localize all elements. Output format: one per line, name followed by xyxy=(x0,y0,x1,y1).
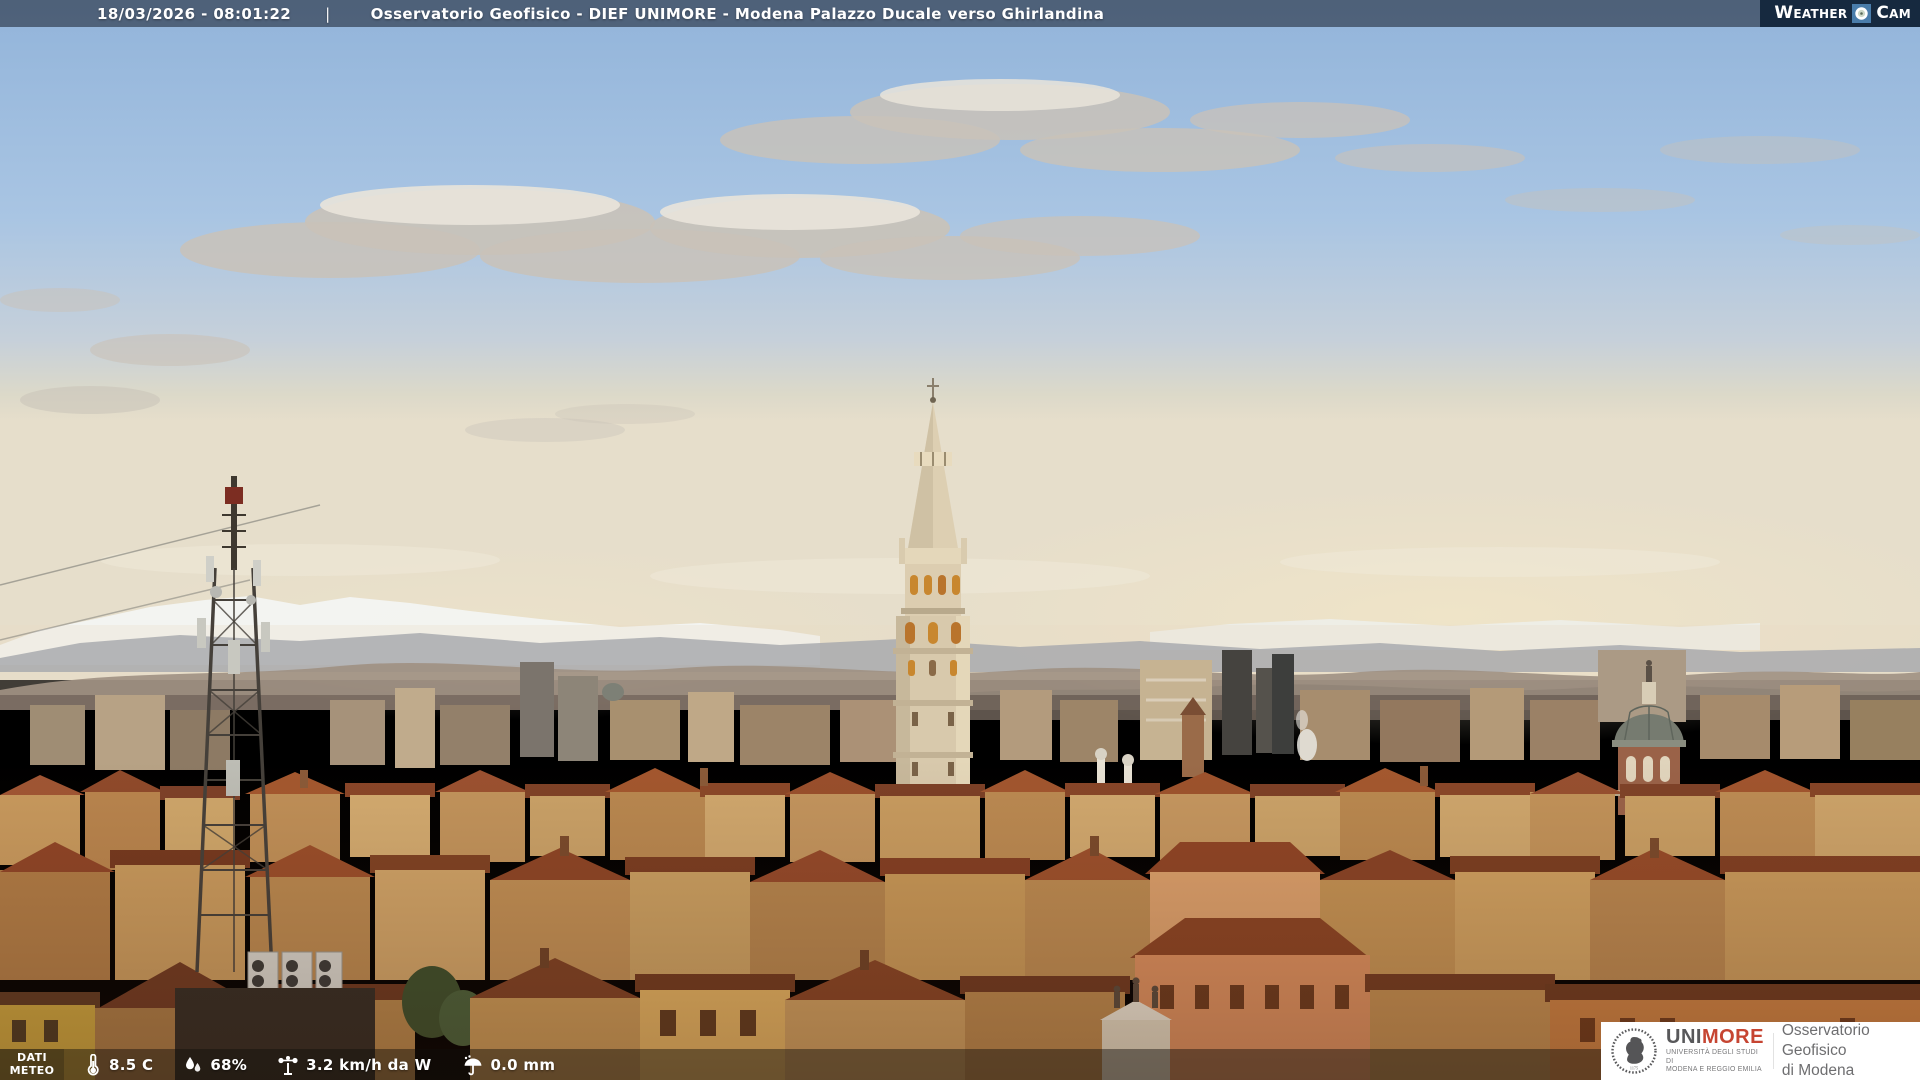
svg-text:1175: 1175 xyxy=(1630,1066,1638,1071)
unimore-logo-panel: 1175 UNIMORE UNIVERSITÀ DEGLI STUDI DI M… xyxy=(1601,1022,1920,1080)
weathercam-logo: Weather Cam xyxy=(1760,0,1920,27)
dati-meteo-label: DATI METEO xyxy=(0,1049,64,1080)
weathercam-word-weather: Weather xyxy=(1774,3,1848,23)
header-separator: | xyxy=(325,4,331,23)
rain-value: 0.0 mm xyxy=(490,1055,556,1074)
unimore-wordmark: UNIMORE xyxy=(1666,1027,1764,1047)
observatory-name-line2: di Modena xyxy=(1781,1061,1855,1079)
dati-line: DATI xyxy=(17,1050,47,1064)
weather-readings: 8.5 C 68% 3.2 km/h da W 0.0 mm xyxy=(84,1053,555,1076)
university-subtitle-line1: UNIVERSITÀ DEGLI STUDI DI xyxy=(1666,1048,1759,1065)
weathercam-word-cam: Cam xyxy=(1876,3,1911,23)
camera-lens-icon xyxy=(1852,4,1872,23)
humidity-reading: 68% xyxy=(183,1055,247,1075)
logo-divider xyxy=(1772,1033,1774,1069)
university-subtitle: UNIVERSITÀ DEGLI STUDI DI MODENA E REGGI… xyxy=(1666,1049,1764,1076)
unimore-more-text: MORE xyxy=(1701,1025,1764,1048)
datetime-text: 18/03/2026 - 08:01:22 xyxy=(97,4,292,23)
anemometer-icon xyxy=(277,1054,299,1076)
observatory-name-line1: Osservatorio Geofisico xyxy=(1781,1022,1870,1060)
webcam-frame: 18/03/2026 - 08:01:22 | Osservatorio Geo… xyxy=(0,0,1920,1080)
thermometer-icon xyxy=(84,1053,102,1076)
wind-value: 3.2 km/h da W xyxy=(306,1055,432,1074)
temperature-value: 8.5 C xyxy=(109,1055,154,1074)
webcam-title: Osservatorio Geofisico - DIEF UNIMORE - … xyxy=(370,4,1105,23)
wind-reading: 3.2 km/h da W xyxy=(277,1054,431,1076)
humidity-drops-icon xyxy=(183,1055,203,1075)
top-overlay-bar: 18/03/2026 - 08:01:22 | Osservatorio Geo… xyxy=(0,0,1920,27)
modena-cityscape-photo xyxy=(0,0,1920,1080)
observatory-name: Osservatorio Geofisico di Modena xyxy=(1782,1021,1920,1080)
unimore-wordmark-block: UNIMORE UNIVERSITÀ DEGLI STUDI DI MODENA… xyxy=(1666,1027,1764,1076)
meteo-line: METEO xyxy=(9,1063,55,1077)
university-subtitle-line2: MODENA E REGGIO EMILIA xyxy=(1666,1066,1762,1074)
rain-reading: 0.0 mm xyxy=(461,1054,555,1076)
unimore-seal-icon: 1175 xyxy=(1609,1026,1659,1076)
temperature-reading: 8.5 C xyxy=(84,1053,154,1076)
unimore-uni-text: UNI xyxy=(1666,1025,1702,1048)
umbrella-rain-icon xyxy=(461,1054,483,1076)
humidity-value: 68% xyxy=(210,1055,248,1074)
